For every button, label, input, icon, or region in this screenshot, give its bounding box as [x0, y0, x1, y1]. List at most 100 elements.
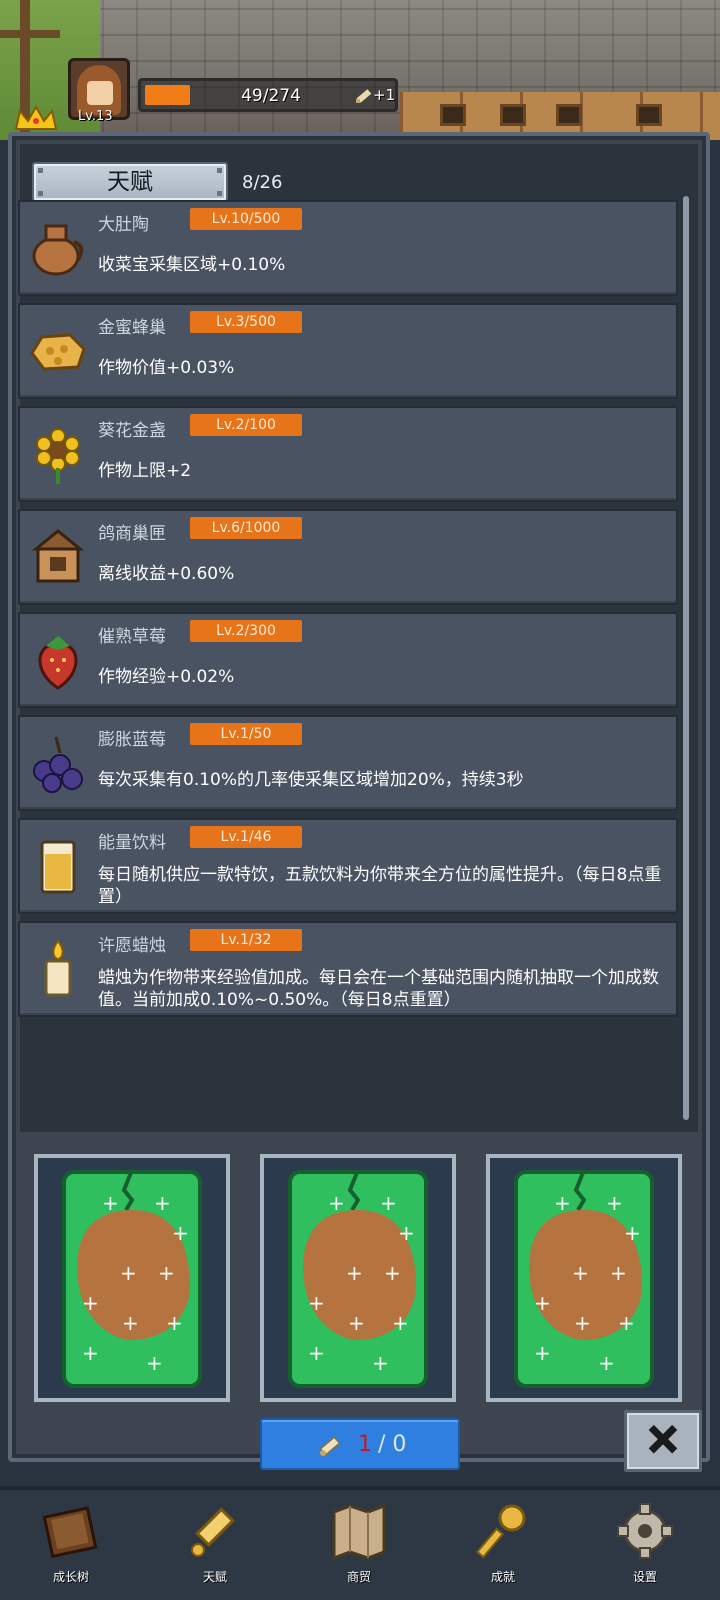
- svg-text:+: +: [392, 1311, 409, 1335]
- talent-level-badge: Lv.3/500: [190, 311, 302, 333]
- svg-text:+: +: [534, 1341, 551, 1365]
- svg-text:+: +: [158, 1261, 175, 1285]
- talent-name: 能量饮料: [98, 833, 166, 853]
- house-window: [636, 104, 662, 126]
- talent-level-badge: Lv.10/500: [190, 208, 302, 230]
- drink-icon: [40, 840, 76, 894]
- talent-level-badge: Lv.2/100: [190, 414, 302, 436]
- scroll-icon: [191, 1507, 235, 1557]
- nav-talents[interactable]: 天赋: [170, 1500, 260, 1600]
- talent-card-slot[interactable]: + + + + + + + + + +: [486, 1154, 682, 1402]
- talent-name: 葵花金盏: [98, 421, 166, 441]
- bottom-navigation: 成长树 天赋 商贸 成就 设置: [0, 1486, 720, 1600]
- nav-achievements[interactable]: 成就: [458, 1500, 548, 1600]
- scroll-icon: [356, 89, 372, 103]
- experience-bar: 49/274 +1: [138, 78, 398, 112]
- svg-text:+: +: [102, 1191, 119, 1215]
- svg-text:+: +: [598, 1351, 615, 1375]
- svg-text:+: +: [372, 1351, 389, 1375]
- svg-text:+: +: [308, 1341, 325, 1365]
- talent-description: 作物经验+0.02%: [98, 667, 235, 687]
- book-icon: [42, 1506, 98, 1559]
- nav-growth-tree[interactable]: 成长树: [26, 1500, 116, 1600]
- scroll-icon: [319, 1436, 341, 1456]
- talent-row[interactable]: 许愿蜡烛 Lv.1/32 蜡烛为作物带来经验值加成。每日会在一个基础范围内随机抽…: [18, 921, 678, 1017]
- map-icon: [332, 1503, 386, 1561]
- svg-text:+: +: [534, 1291, 551, 1315]
- talent-card-slot[interactable]: + + + + + + + + + +: [260, 1154, 456, 1402]
- talent-description: 每次采集有0.10%的几率使采集区域增加20%，持续3秒: [98, 770, 524, 790]
- talent-name: 许愿蜡烛: [98, 936, 166, 956]
- gear-icon: [617, 1503, 673, 1559]
- birdhouse-icon: [31, 529, 85, 583]
- talent-count: 8/26: [242, 172, 283, 193]
- svg-text:+: +: [618, 1311, 635, 1335]
- talent-level-badge: Lv.2/300: [190, 620, 302, 642]
- draw-talent-button[interactable]: 1 / 0: [260, 1418, 460, 1470]
- svg-text:+: +: [606, 1191, 623, 1215]
- svg-text:+: +: [154, 1191, 171, 1215]
- talent-description: 蜡烛为作物带来经验值加成。每日会在一个基础范围内随机抽取一个加成数值。当前加成0…: [98, 968, 659, 1010]
- svg-text:+: +: [398, 1221, 415, 1245]
- strawberry-icon: [38, 636, 78, 690]
- talent-card-slot[interactable]: + + + + + + + + + +: [34, 1154, 230, 1402]
- svg-text:+: +: [328, 1191, 345, 1215]
- key-icon: [475, 1504, 526, 1559]
- player-level: Lv.13: [78, 109, 113, 124]
- talent-row[interactable]: 葵花金盏 Lv.2/100 作物上限+2: [18, 406, 678, 502]
- house-window: [500, 104, 526, 126]
- talent-row[interactable]: 能量饮料 Lv.1/46 每日随机供应一款特饮，五款饮料为你带来全方位的属性提升…: [18, 818, 678, 914]
- talent-name: 催熟草莓: [98, 627, 166, 647]
- fence-rail: [0, 30, 60, 38]
- nav-label: 商贸: [346, 1570, 371, 1584]
- sunflower-icon: [36, 428, 80, 484]
- honeycomb-icon: [30, 333, 86, 371]
- tab-talents[interactable]: 天赋: [32, 162, 228, 202]
- talent-description: 作物上限+2: [98, 461, 192, 481]
- house-window: [440, 104, 466, 126]
- close-button[interactable]: [624, 1410, 702, 1472]
- talent-row[interactable]: 鸽商巢匣 Lv.6/1000 离线收益+0.60%: [18, 509, 678, 605]
- nav-label: 成就: [490, 1570, 515, 1584]
- talent-row[interactable]: 膨胀蓝莓 Lv.1/50 每次采集有0.10%的几率使采集区域增加20%，持续3…: [18, 715, 678, 811]
- svg-text:+: +: [610, 1261, 627, 1285]
- talent-list-scrollbar[interactable]: [683, 196, 689, 1120]
- svg-text:+: +: [624, 1221, 641, 1245]
- talent-card-back-icon: + + ++ ++ + + + +: [514, 1170, 654, 1388]
- nav-trade[interactable]: 商贸: [314, 1500, 404, 1600]
- svg-text:+: +: [348, 1311, 365, 1335]
- svg-text:+: +: [122, 1311, 139, 1335]
- talent-row[interactable]: 大肚陶 Lv.10/500 收菜宝采集区域+0.10%: [18, 200, 678, 296]
- scroll-bonus: +1: [373, 86, 396, 104]
- svg-text:+: +: [308, 1291, 325, 1315]
- talent-name: 膨胀蓝莓: [98, 730, 166, 750]
- nav-label: 成长树: [52, 1570, 89, 1584]
- svg-text:+: +: [82, 1291, 99, 1315]
- close-icon: [648, 1424, 678, 1454]
- talent-row[interactable]: 催熟草莓 Lv.2/300 作物经验+0.02%: [18, 612, 678, 708]
- talent-description: 离线收益+0.60%: [98, 564, 235, 584]
- svg-text:+: +: [172, 1221, 189, 1245]
- talent-description: 作物价值+0.03%: [98, 358, 235, 378]
- svg-text:+: +: [146, 1351, 163, 1375]
- candle-icon: [44, 939, 72, 997]
- crown-icon: [14, 104, 58, 130]
- nav-label: 天赋: [202, 1570, 227, 1584]
- blueberry-icon: [33, 736, 83, 793]
- talent-row[interactable]: 金蜜蜂巢 Lv.3/500 作物价值+0.03%: [18, 303, 678, 399]
- talent-level-badge: Lv.1/46: [190, 826, 302, 848]
- svg-text:+: +: [554, 1191, 571, 1215]
- talent-level-badge: Lv.6/1000: [190, 517, 302, 539]
- scroll-cost: / 0: [378, 1432, 407, 1457]
- svg-text:+: +: [120, 1261, 137, 1285]
- talent-name: 金蜜蜂巢: [98, 318, 166, 338]
- nav-label: 设置: [632, 1570, 657, 1584]
- talent-level-badge: Lv.1/50: [190, 723, 302, 745]
- svg-text:+: +: [572, 1261, 589, 1285]
- talent-description: 每日随机供应一款特饮，五款饮料为你带来全方位的属性提升。（每日8点重置）: [98, 865, 662, 907]
- house-window: [556, 104, 582, 126]
- nav-settings[interactable]: 设置: [600, 1500, 690, 1600]
- svg-text:+: +: [166, 1311, 183, 1335]
- scroll-owned-count: 1: [358, 1432, 372, 1457]
- talent-card-back-icon: + + ++ ++ + + + +: [62, 1170, 202, 1388]
